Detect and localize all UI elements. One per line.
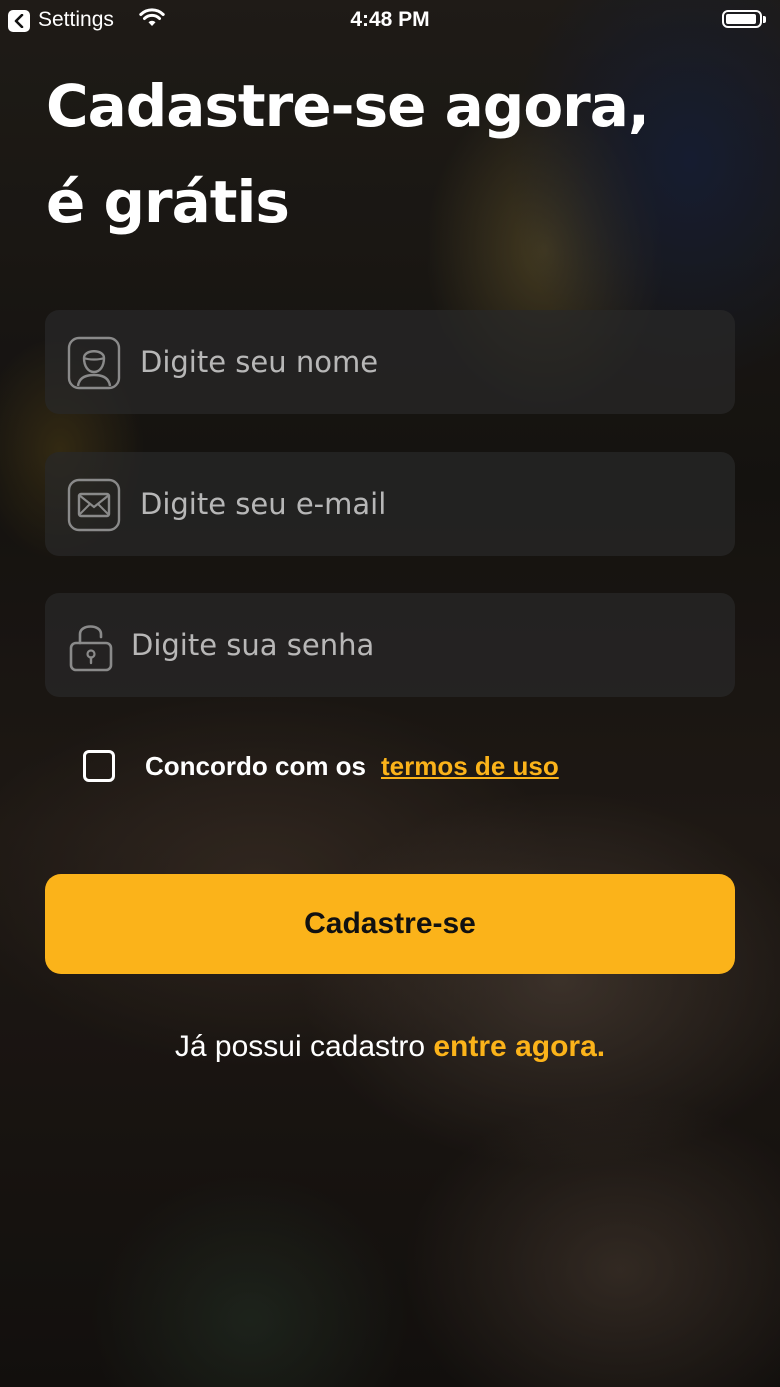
email-input[interactable] — [140, 452, 710, 556]
terms-of-use-link[interactable]: termos de uso — [381, 751, 559, 782]
name-field[interactable] — [45, 310, 735, 414]
page-title: Cadastre-se agora, é grátis — [46, 58, 746, 250]
page-title-line-2: é grátis — [46, 168, 290, 236]
status-time: 4:48 PM — [350, 8, 430, 31]
terms-label: Concordo com os — [145, 750, 367, 781]
battery-level — [726, 14, 756, 24]
page-title-line-1: Cadastre-se agora, — [46, 72, 650, 140]
signup-button[interactable]: Cadastre-se — [45, 874, 735, 974]
mail-icon — [67, 478, 121, 532]
password-input[interactable] — [131, 593, 701, 697]
email-field[interactable] — [45, 452, 735, 556]
login-prompt-text: Já possui cadastro — [174, 1030, 426, 1063]
login-prompt: Já possui cadastro entre agora. — [0, 1030, 780, 1064]
name-input[interactable] — [140, 310, 710, 414]
login-link[interactable]: entre agora. — [433, 1030, 605, 1063]
user-icon — [67, 336, 121, 390]
password-field[interactable] — [45, 593, 735, 697]
terms-checkbox[interactable] — [83, 750, 115, 782]
battery-icon — [722, 10, 762, 28]
unlock-icon — [69, 625, 113, 672]
terms-row: Concordo com os termos de uso — [83, 747, 559, 785]
battery-tip — [763, 16, 766, 23]
status-bar: Settings 4:48 PM — [0, 0, 780, 40]
